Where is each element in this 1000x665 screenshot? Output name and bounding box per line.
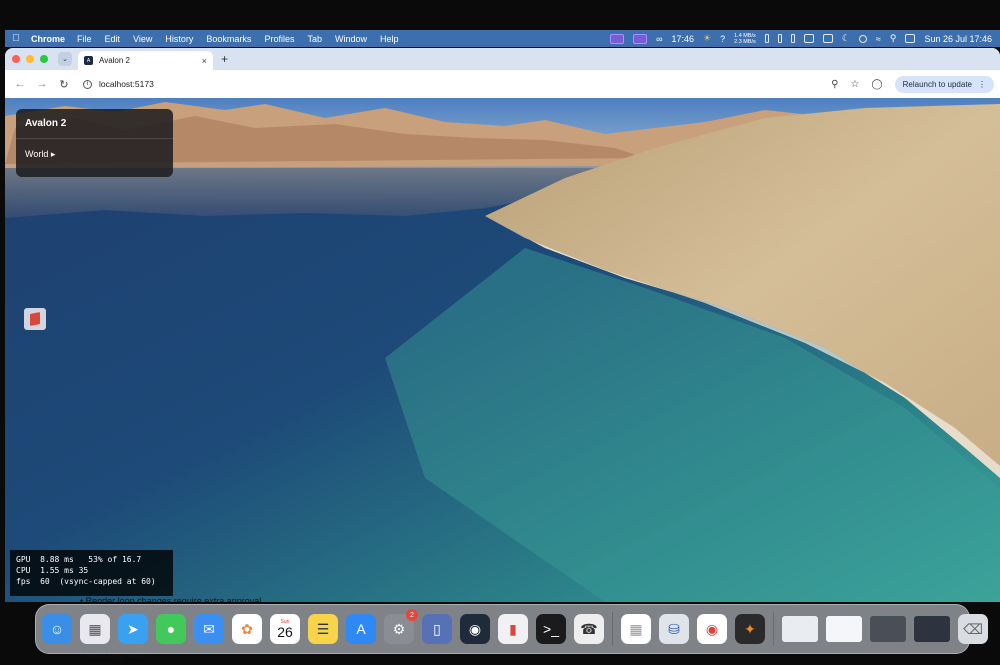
menu-profiles[interactable]: Profiles <box>264 34 294 44</box>
menu-app-name[interactable]: Chrome <box>31 34 65 44</box>
recent-window-thumbnail-3[interactable] <box>870 616 906 642</box>
bookmark-star-icon[interactable]: ☆ <box>850 79 859 90</box>
avalon-icon[interactable]: ▮ <box>498 614 528 644</box>
favicon-icon: A <box>84 56 93 65</box>
clipboard-icon[interactable] <box>803 34 814 43</box>
profile-icon[interactable]: ◯ <box>871 79 882 90</box>
close-window-button[interactable] <box>12 55 20 63</box>
url-text: localhost:5173 <box>99 79 154 89</box>
apple-icon[interactable]:  <box>5 33 27 44</box>
wifi-icon[interactable]: ≈ <box>876 34 881 44</box>
sun-icon[interactable]: ☀ <box>703 33 711 44</box>
world-menu-item[interactable]: World ▸ <box>16 139 173 170</box>
mail-icon[interactable]: ✉ <box>194 614 224 644</box>
messages-icon[interactable]: ● <box>156 614 186 644</box>
screen-record-icon[interactable] <box>610 33 625 44</box>
notes-icon[interactable]: ☰ <box>308 614 338 644</box>
display-icon[interactable] <box>633 33 648 44</box>
spreadsheet-icon[interactable]: ▦ <box>621 614 651 644</box>
network-monitor[interactable]: 1.4 MB/s 2.3 MB/s <box>734 33 756 45</box>
sidebar-icon[interactable] <box>790 34 795 43</box>
object-marker-button[interactable] <box>24 308 46 330</box>
cpu-meter-icon[interactable] <box>764 34 769 43</box>
menu-file[interactable]: File <box>77 34 92 44</box>
menu-datetime[interactable]: Sun 26 Jul 17:46 <box>924 34 992 44</box>
simulator-icon[interactable]: ▯ <box>422 614 452 644</box>
window-controls <box>12 55 48 63</box>
recent-window-thumbnail-1[interactable] <box>782 616 818 642</box>
new-tab-button[interactable]: + <box>221 52 228 66</box>
dock: ☺ ▦ ➤ ● ✉ ✿ Sun 26 ☰ A ⚙ 2 ▯ ◉ ▮ >_ ☎ ▦ ⛁ … <box>35 604 988 654</box>
phone-icon[interactable]: ☎ <box>574 614 604 644</box>
calendar-day: 26 <box>277 623 293 640</box>
database-icon[interactable]: ⛁ <box>659 614 689 644</box>
system-settings-icon[interactable]: ⚙ 2 <box>384 609 418 644</box>
calendar-icon[interactable]: Sun 26 <box>270 614 300 644</box>
settings-badge: 2 <box>406 609 418 621</box>
browser-toolbar: ← → ↻ i localhost:5173 ⚲ ☆ ◯ Relaunch to… <box>5 70 1000 98</box>
blender-icon[interactable]: ✦ <box>735 614 765 644</box>
relaunch-label: Relaunch to update <box>902 79 972 89</box>
menu-clock-center[interactable]: 17:46 <box>671 34 694 44</box>
help-icon[interactable]: ? <box>720 34 725 44</box>
zoom-icon[interactable]: ⚲ <box>831 79 838 90</box>
menu-bookmarks[interactable]: Bookmarks <box>206 34 251 44</box>
kebab-menu-icon[interactable]: ⋮ <box>978 80 986 89</box>
moon-icon[interactable]: ☾ <box>842 33 850 44</box>
instruments-icon[interactable]: ◉ <box>460 614 490 644</box>
safari-icon[interactable]: ➤ <box>118 614 148 644</box>
performance-stats: GPU 8.88 ms 53% of 16.7 CPU 1.55 ms 35 fps… <box>10 550 173 596</box>
browser-window: ⌄ A Avalon 2 × + ← → ↻ i localhost:5173 … <box>5 48 1000 602</box>
dock-separator-2 <box>773 612 774 646</box>
photos-icon[interactable]: ✿ <box>232 614 262 644</box>
time-machine-icon[interactable] <box>858 34 867 43</box>
menu-edit[interactable]: Edit <box>105 34 121 44</box>
terminal-icon[interactable]: >_ <box>536 614 566 644</box>
trash-icon[interactable]: ⌫ <box>958 614 988 644</box>
launchpad-icon[interactable]: ▦ <box>80 614 110 644</box>
forward-button[interactable]: → <box>33 78 51 90</box>
menu-window[interactable]: Window <box>335 34 367 44</box>
back-button[interactable]: ← <box>11 78 29 90</box>
menu-bar:  Chrome File Edit View History Bookmark… <box>5 30 1000 47</box>
app-menu-panel: Avalon 2 World ▸ <box>16 109 173 177</box>
webgl-viewport[interactable]: Avalon 2 World ▸ GPU 8.88 ms 53% of 16.7… <box>5 98 1000 602</box>
net-down: 2.3 MB/s <box>734 38 756 45</box>
cpu-stat: CPU 1.55 ms 35 <box>16 566 89 575</box>
recent-window-thumbnail-4[interactable] <box>914 616 950 642</box>
tab-avalon[interactable]: A Avalon 2 × <box>78 51 213 70</box>
menu-help[interactable]: Help <box>380 34 399 44</box>
tab-title: Avalon 2 <box>99 56 130 65</box>
address-bar[interactable]: i localhost:5173 <box>83 79 819 89</box>
memory-meter-icon[interactable] <box>777 34 782 43</box>
menu-tab[interactable]: Tab <box>307 34 322 44</box>
menu-view[interactable]: View <box>133 34 152 44</box>
zoom-window-button[interactable] <box>40 55 48 63</box>
minimize-window-button[interactable] <box>26 55 34 63</box>
gpu-stat: GPU 8.88 ms 53% of 16.7 <box>16 555 142 564</box>
finder-icon[interactable]: ☺ <box>42 614 72 644</box>
desktop:  Chrome File Edit View History Bookmark… <box>0 0 1000 665</box>
close-tab-icon[interactable]: × <box>202 56 207 66</box>
app-store-icon[interactable]: A <box>346 614 376 644</box>
reload-button[interactable]: ↻ <box>55 78 73 91</box>
cube-icon <box>30 312 40 326</box>
spotlight-search-icon[interactable]: ⚲ <box>890 33 897 44</box>
link-icon[interactable]: ∞ <box>656 34 662 44</box>
tab-search-button[interactable]: ⌄ <box>58 52 72 66</box>
site-info-icon[interactable]: i <box>83 79 92 89</box>
panel-title: Avalon 2 <box>16 109 173 139</box>
fps-stat: fps 60 (vsync-capped at 60) <box>16 577 156 586</box>
menu-bar-status-area: ∞ 17:46 ☀ ? 1.4 MB/s 2.3 MB/s ☾ ≈ ⚲ Sun 2… <box>610 30 992 47</box>
tab-bar: ⌄ A Avalon 2 × + <box>5 48 1000 70</box>
chrome-icon[interactable]: ◉ <box>697 614 727 644</box>
dock-separator <box>612 612 613 646</box>
control-center-icon[interactable] <box>905 34 916 43</box>
relaunch-button[interactable]: Relaunch to update ⋮ <box>894 75 994 93</box>
menu-history[interactable]: History <box>165 34 193 44</box>
checklist-icon[interactable] <box>822 34 833 43</box>
recent-window-thumbnail-2[interactable] <box>826 616 862 642</box>
chevron-down-icon: ⌄ <box>62 56 68 63</box>
